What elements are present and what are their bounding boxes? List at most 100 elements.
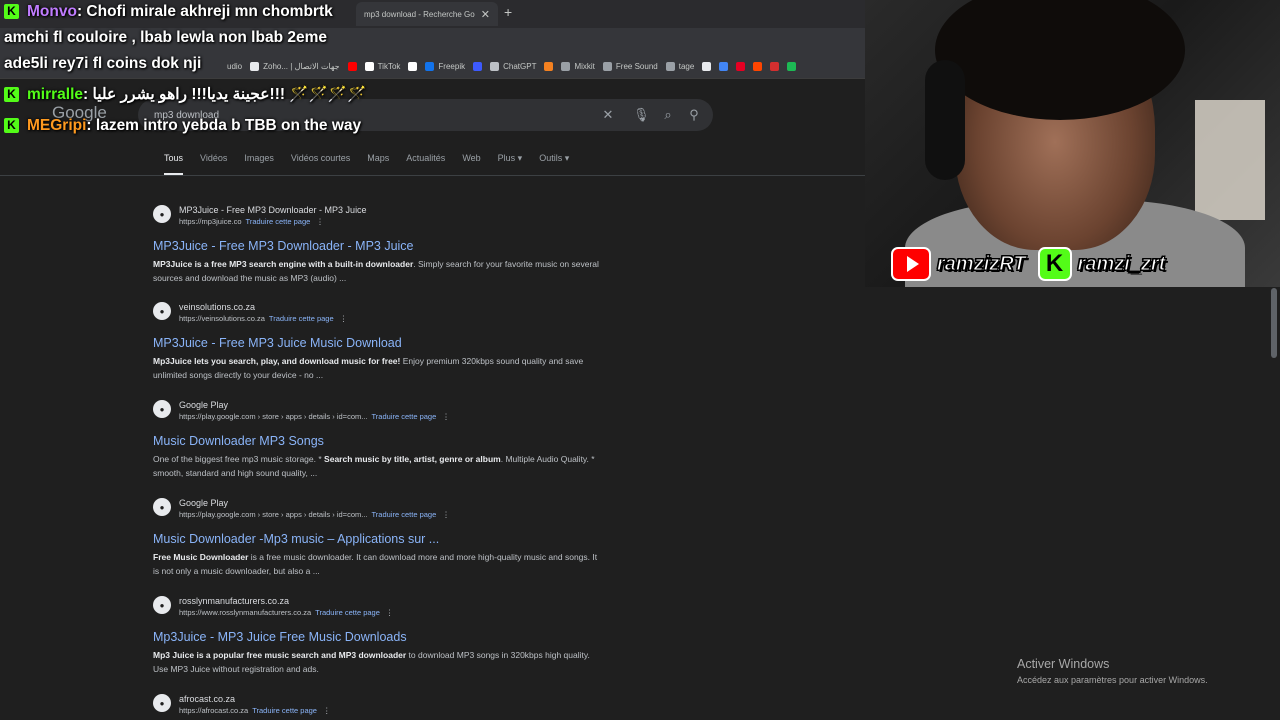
bookmark-item[interactable] bbox=[473, 62, 483, 71]
bookmark-item[interactable] bbox=[787, 62, 797, 71]
bookmark-item[interactable]: Freepik bbox=[425, 62, 465, 71]
result-site-name[interactable]: Google Play bbox=[179, 399, 450, 411]
search-result: ● afrocast.co.za https://afrocast.co.za Tra… bbox=[153, 693, 603, 717]
bookmark-favicon-icon bbox=[544, 62, 554, 71]
bookmark-item[interactable] bbox=[736, 62, 746, 71]
chat-message: amchi fl couloire , lbab lewla non lbab … bbox=[4, 28, 327, 48]
bookmark-item[interactable]: Mixkit bbox=[561, 62, 595, 71]
translate-page-link[interactable]: Traduire cette page bbox=[246, 217, 311, 226]
result-url-text: https://www.rosslynmanufacturers.co.za bbox=[179, 608, 312, 617]
result-site-name[interactable]: afrocast.co.za bbox=[179, 693, 330, 705]
bookmark-item[interactable] bbox=[719, 62, 729, 71]
result-url: https://veinsolutions.co.za Traduire cett… bbox=[179, 313, 347, 325]
site-favicon-icon: ● bbox=[153, 596, 171, 614]
result-header: ● MP3Juice - Free MP3 Downloader - MP3 Ju… bbox=[153, 204, 603, 228]
result-menu-icon[interactable]: ⋮ bbox=[323, 706, 331, 715]
bookmark-item[interactable]: Free Sound bbox=[602, 62, 658, 71]
search-tab[interactable]: Outils ▾ bbox=[539, 153, 569, 175]
result-url: https://mp3juice.co Traduire cette page ⋮ bbox=[179, 216, 367, 228]
close-tab-icon[interactable]: ✕ bbox=[481, 8, 490, 21]
bookmark-item[interactable] bbox=[702, 62, 712, 71]
bookmark-item[interactable] bbox=[408, 62, 418, 71]
result-url-text: https://play.google.com › store › apps ›… bbox=[179, 510, 368, 519]
result-site-name[interactable]: rosslynmanufacturers.co.za bbox=[179, 595, 393, 607]
translate-page-link[interactable]: Traduire cette page bbox=[372, 412, 437, 421]
bookmark-favicon-icon bbox=[473, 62, 483, 71]
result-title-link[interactable]: MP3Juice - Free MP3 Downloader - MP3 Jui… bbox=[153, 238, 603, 254]
result-title-link[interactable]: MP3Juice - Free MP3 Juice Music Download bbox=[153, 335, 603, 351]
site-favicon-icon: ● bbox=[153, 694, 171, 712]
result-site-name[interactable]: Google Play bbox=[179, 497, 450, 509]
bookmark-item[interactable] bbox=[770, 62, 780, 71]
result-menu-icon[interactable]: ⋮ bbox=[386, 608, 394, 617]
tabs-divider bbox=[0, 175, 865, 176]
search-icon[interactable]: ⚲ bbox=[686, 107, 702, 123]
result-menu-icon[interactable]: ⋮ bbox=[316, 217, 324, 226]
kick-handle: ramzi_zrt bbox=[1077, 252, 1166, 275]
bookmark-favicon-icon bbox=[602, 62, 612, 71]
translate-page-link[interactable]: Traduire cette page bbox=[315, 608, 380, 617]
bookmark-favicon-icon bbox=[408, 62, 418, 71]
result-url: https://play.google.com › store › apps ›… bbox=[179, 509, 450, 521]
activate-subtitle: Accédez aux paramètres pour activer Wind… bbox=[1017, 675, 1208, 685]
new-tab-icon[interactable]: + bbox=[504, 4, 512, 20]
search-tab[interactable]: Vidéos bbox=[200, 153, 227, 175]
chat-text: amchi fl couloire , lbab lewla non lbab … bbox=[4, 29, 327, 46]
bookmark-item[interactable]: tage bbox=[665, 62, 695, 71]
chat-text: ade5li rey7i fl coins dok nji bbox=[4, 55, 202, 72]
result-title-link[interactable]: Mp3Juice - MP3 Juice Free Music Download… bbox=[153, 629, 603, 645]
result-title-link[interactable]: Music Downloader -Mp3 music – Applicatio… bbox=[153, 531, 603, 547]
result-snippet: Free Music Downloader is a free music do… bbox=[153, 550, 603, 578]
search-tab[interactable]: Vidéos courtes bbox=[291, 153, 350, 175]
site-favicon-icon: ● bbox=[153, 400, 171, 418]
snippet-bold: Mp3Juice lets you search, play, and down… bbox=[153, 356, 401, 366]
result-site-name[interactable]: MP3Juice - Free MP3 Downloader - MP3 Jui… bbox=[179, 204, 367, 216]
clear-icon[interactable]: ✕ bbox=[600, 107, 616, 123]
search-tab[interactable]: Web bbox=[462, 153, 480, 175]
search-tab[interactable]: Tous bbox=[164, 153, 184, 175]
result-menu-icon[interactable]: ⋮ bbox=[340, 314, 348, 323]
result-header: ● Google Play https://play.google.com › st… bbox=[153, 399, 603, 423]
result-snippet: One of the biggest free mp3 music storag… bbox=[153, 452, 603, 480]
result-header: ● Google Play https://play.google.com › st… bbox=[153, 497, 603, 521]
bookmark-favicon-icon bbox=[702, 62, 712, 71]
chat-message: Kmirralle: عجينة يديا!!! راهو يشرر عليا!… bbox=[4, 85, 367, 105]
search-tab[interactable]: Maps bbox=[367, 153, 389, 175]
result-url: https://www.rosslynmanufacturers.co.za Tr… bbox=[179, 607, 393, 619]
bookmark-favicon-icon bbox=[561, 62, 571, 71]
search-tab[interactable]: Images bbox=[244, 153, 274, 175]
bookmark-item[interactable] bbox=[753, 62, 763, 71]
chat-message: K MEGripi: lazem intro yebda b TBB on the… bbox=[4, 116, 361, 136]
search-result: ● Google Play https://play.google.com › st… bbox=[153, 399, 603, 480]
translate-page-link[interactable]: Traduire cette page bbox=[269, 314, 334, 323]
search-tab[interactable]: Plus ▾ bbox=[498, 153, 523, 175]
chat-message: ade5li rey7i fl coins dok nji bbox=[4, 54, 201, 74]
result-menu-icon[interactable]: ⋮ bbox=[442, 510, 450, 519]
headphones-icon bbox=[925, 60, 965, 180]
search-result: ● Google Play https://play.google.com › st… bbox=[153, 497, 603, 578]
result-site-name[interactable]: veinsolutions.co.za bbox=[179, 301, 347, 313]
search-tab[interactable]: Actualités bbox=[406, 153, 445, 175]
translate-page-link[interactable]: Traduire cette page bbox=[372, 510, 437, 519]
youtube-icon bbox=[891, 247, 931, 281]
bookmark-favicon-icon bbox=[719, 62, 729, 71]
bookmark-label: Freepik bbox=[438, 62, 466, 71]
site-favicon-icon: ● bbox=[153, 205, 171, 223]
bookmark-item[interactable] bbox=[544, 62, 554, 71]
result-menu-icon[interactable]: ⋮ bbox=[442, 412, 450, 421]
lens-icon[interactable]: ⌕ bbox=[660, 107, 676, 123]
result-url-text: https://veinsolutions.co.za bbox=[179, 314, 265, 323]
result-snippet: MP3Juice is a free MP3 search engine wit… bbox=[153, 257, 603, 285]
bookmark-label: Free Sound bbox=[615, 62, 658, 71]
result-url-text: https://play.google.com › store › apps ›… bbox=[179, 412, 368, 421]
snippet-bold: MP3Juice is a free MP3 search engine wit… bbox=[153, 259, 414, 269]
scrollbar[interactable] bbox=[1271, 288, 1277, 358]
bookmark-label: tage bbox=[678, 62, 695, 71]
result-url: https://afrocast.co.za Traduire cette pag… bbox=[179, 705, 330, 717]
microphone-icon[interactable]: 🎙 bbox=[633, 107, 650, 123]
result-title-link[interactable]: Music Downloader MP3 Songs bbox=[153, 433, 603, 449]
result-url: https://play.google.com › store › apps ›… bbox=[179, 411, 450, 423]
bookmark-item[interactable]: ChatGPT bbox=[490, 62, 536, 71]
translate-page-link[interactable]: Traduire cette page bbox=[252, 706, 317, 715]
search-result: ● rosslynmanufacturers.co.za https://www.r… bbox=[153, 595, 603, 676]
